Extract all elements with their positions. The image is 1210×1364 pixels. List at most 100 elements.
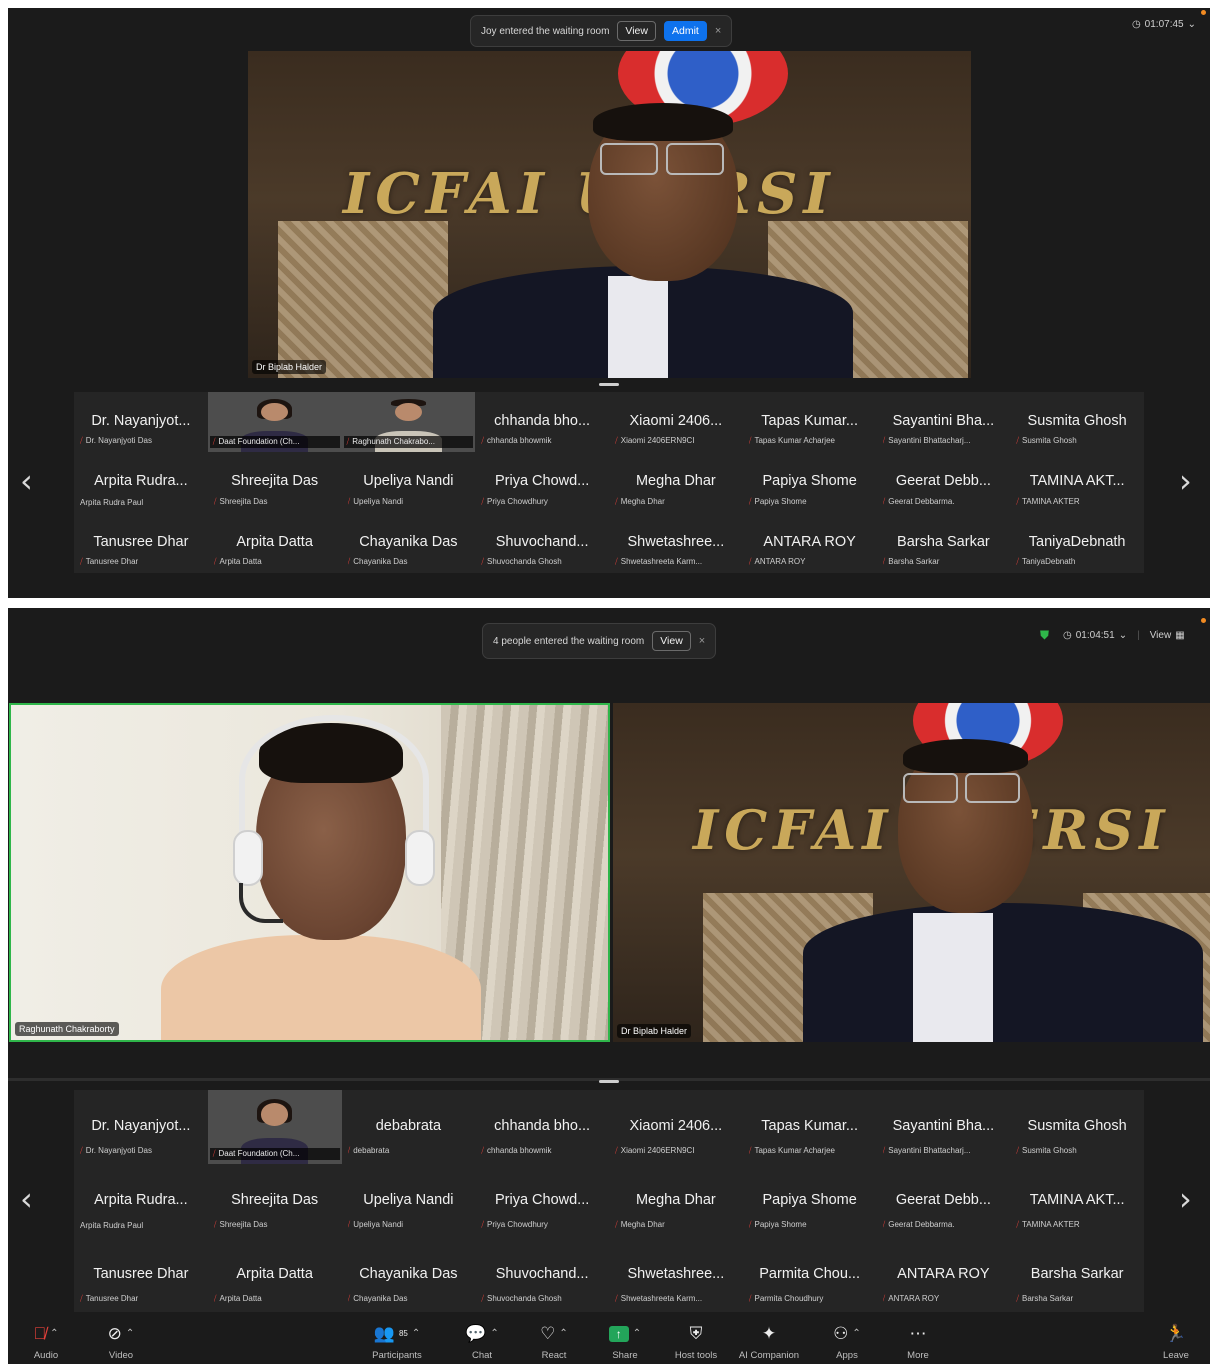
participant-tile[interactable]: Arpita Datta ⧸ Arpita Datta — [208, 1238, 342, 1312]
participant-tile[interactable]: Chayanika Das ⧸ Chayanika Das — [342, 1238, 476, 1312]
more-button[interactable]: ⋯ More — [878, 1318, 958, 1364]
participant-tile[interactable]: ANTARA ROY ⧸ ANTARA ROY — [877, 1238, 1011, 1312]
grid-icon[interactable]: ▦ — [1175, 630, 1184, 641]
participant-tile[interactable]: Tanusree Dhar ⧸ Tanusree Dhar — [74, 1238, 208, 1312]
participant-tile[interactable]: Susmita Ghosh ⧸ Susmita Ghosh — [1010, 392, 1144, 452]
video-button[interactable]: ⊘ ⌃ Video — [81, 1318, 161, 1364]
participant-tile[interactable]: Priya Chowd... ⧸ Priya Chowdhury — [475, 452, 609, 512]
participant-tile[interactable]: Upeliya Nandi ⧸ Upeliya Nandi — [342, 1164, 476, 1238]
participant-name-tag: ⧸ Xiaomi 2406ERN9CI — [615, 1146, 739, 1156]
mic-muted-icon: ⧸ — [615, 557, 618, 566]
chevron-up-icon[interactable]: ⌃ — [490, 1324, 498, 1344]
participant-tile[interactable]: ⧸ Raghunath Chakrabo... — [341, 392, 476, 453]
glasses-left — [600, 143, 658, 175]
participant-tile[interactable]: debabrata ⧸ debabrata — [342, 1090, 476, 1164]
participant-tile[interactable]: Arpita Datta ⧸ Arpita Datta — [208, 513, 342, 573]
participant-tile[interactable]: TAMINA AKT... ⧸ TAMINA AKTER — [1010, 1164, 1144, 1238]
close-notification-icon[interactable]: × — [715, 25, 721, 37]
participants-button[interactable]: 👥 85 ⌃ Participants — [357, 1318, 437, 1364]
participant-name-tag: ⧸ Xiaomi 2406ERN9CI — [615, 436, 739, 446]
chat-button[interactable]: 💬 ⌃ Chat — [442, 1318, 522, 1364]
participant-tile[interactable]: Papiya Shome ⧸ Papiya Shome — [743, 452, 877, 512]
view-waiting-room-button[interactable]: View — [617, 21, 656, 41]
participant-tile[interactable]: Megha Dhar ⧸ Megha Dhar — [609, 1164, 743, 1238]
participant-tile[interactable]: Sayantini Bha... ⧸ Sayantini Bhattacharj..… — [877, 392, 1011, 452]
leave-button[interactable]: 🏃 Leave — [1136, 1318, 1210, 1364]
gallery-prev-icon[interactable]: ‹ — [20, 1180, 33, 1218]
close-notification-icon[interactable]: × — [699, 635, 705, 647]
participant-tile[interactable]: Shreejita Das ⧸ Shreejita Das — [208, 452, 342, 512]
participant-tile[interactable]: Shwetashree... ⧸ Shwetashreeta Karm... — [609, 513, 743, 573]
gallery-prev-icon[interactable]: ‹ — [20, 462, 33, 500]
participant-video-biplab[interactable]: ICFAI U ERSI Dr Biplab Halder — [613, 703, 1210, 1042]
participant-tile[interactable]: Geerat Debb... ⧸ Geerat Debbarma. — [877, 1164, 1011, 1238]
chevron-up-icon[interactable]: ⌃ — [852, 1324, 860, 1344]
chevron-up-icon[interactable]: ⌃ — [50, 1324, 58, 1344]
shield-check-icon[interactable]: ⛊ — [1040, 628, 1049, 643]
share-button[interactable]: ↑ ⌃ Share — [585, 1318, 665, 1364]
participant-tile[interactable]: chhanda bho... ⧸ chhanda bhowmik — [475, 392, 609, 452]
participant-tile[interactable]: Upeliya Nandi ⧸ Upeliya Nandi — [342, 452, 476, 512]
participant-tile[interactable]: Chayanika Das ⧸ Chayanika Das — [342, 513, 476, 573]
gallery-next-icon[interactable]: › — [1179, 1180, 1192, 1218]
participant-tile[interactable]: Parmita Chou... ⧸ Parmita Choudhury — [743, 1238, 877, 1312]
participant-tile[interactable]: Tanusree Dhar ⧸ Tanusree Dhar — [74, 513, 208, 573]
participant-tile[interactable]: Geerat Debb... ⧸ Geerat Debbarma. — [877, 452, 1011, 512]
participant-tile[interactable]: Shuvochand... ⧸ Shuvochanda Ghosh — [475, 513, 609, 573]
participant-tile[interactable]: ⧸ Daat Foundation (Ch... — [207, 1090, 342, 1164]
participant-tile[interactable]: Priya Chowd... ⧸ Priya Chowdhury — [475, 1164, 609, 1238]
participant-tile[interactable]: Dr. Nayanjyot... ⧸ Dr. Nayanjyoti Das — [74, 1090, 208, 1164]
chevron-up-icon[interactable]: ⌃ — [559, 1324, 567, 1344]
clock-icon: ◷ — [1063, 630, 1072, 641]
resize-handle[interactable] — [599, 1080, 619, 1083]
participant-name-large: Arpita Datta — [236, 533, 313, 550]
participant-tile[interactable]: Shuvochand... ⧸ Shuvochanda Ghosh — [475, 1238, 609, 1312]
gallery-next-icon[interactable]: › — [1179, 462, 1192, 500]
participant-name-large: Shuvochand... — [495, 1266, 589, 1282]
participant-tile[interactable]: ⧸ Daat Foundation (Ch... — [207, 392, 342, 453]
waiting-room-notification: Joy entered the waiting room View Admit … — [470, 15, 733, 47]
participant-tile[interactable]: Susmita Ghosh ⧸ Susmita Ghosh — [1010, 1090, 1144, 1164]
view-waiting-room-button[interactable]: View — [652, 631, 691, 651]
participant-tile[interactable]: TaniyaDebnath ⧸ TaniyaDebnath — [1010, 513, 1144, 573]
admit-button[interactable]: Admit — [663, 21, 707, 41]
participant-name-tag: ⧸ Tapas Kumar Acharjee — [749, 1146, 873, 1156]
meeting-timer[interactable]: ⛊ ◷ 01:04:51 ⌄ | View ▦ — [1040, 628, 1185, 643]
participant-tile[interactable]: Barsha Sarkar ⧸ Barsha Sarkar — [1010, 1238, 1144, 1312]
participant-tile[interactable]: Shwetashree... ⧸ Shwetashreeta Karm... — [609, 1238, 743, 1312]
participant-tile[interactable]: Papiya Shome ⧸ Papiya Shome — [743, 1164, 877, 1238]
gallery-strip: Dr. Nayanjyot... ⧸ Dr. Nayanjyoti Das ⧸ Daat… — [74, 392, 1144, 573]
host-tools-button[interactable]: ⛨ Host tools — [656, 1318, 736, 1364]
ai-companion-button[interactable]: ✦ AI Companion — [729, 1318, 809, 1364]
participant-tile[interactable]: Arpita Rudra... Arpita Rudra Paul — [74, 1164, 208, 1238]
participant-tile[interactable]: Arpita Rudra... Arpita Rudra Paul — [74, 452, 208, 512]
participant-video-raghunath[interactable]: Raghunath Chakraborty — [9, 703, 610, 1042]
react-button[interactable]: ♡ ⌃ React — [514, 1318, 594, 1364]
participant-tile[interactable]: TAMINA AKT... ⧸ TAMINA AKTER — [1010, 452, 1144, 512]
speaker-video[interactable]: ICFAI U ERSI Dr Biplab Halder — [248, 51, 971, 378]
chevron-up-icon[interactable]: ⌃ — [633, 1324, 641, 1344]
participant-tile[interactable]: chhanda bho... ⧸ chhanda bhowmik — [475, 1090, 609, 1164]
audio-button[interactable]: 🎙̸ ⌃ Audio — [8, 1318, 86, 1364]
participant-tile[interactable]: ANTARA ROY ⧸ ANTARA ROY — [743, 513, 877, 573]
apps-button[interactable]: ⚇ ⌃ Apps — [807, 1318, 887, 1364]
participant-name-large: Tapas Kumar... — [761, 413, 858, 429]
participant-tile[interactable]: Shreejita Das ⧸ Shreejita Das — [208, 1164, 342, 1238]
view-button[interactable]: View — [1150, 630, 1172, 641]
participant-tile[interactable]: Sayantini Bha... ⧸ Sayantini Bhattacharj..… — [877, 1090, 1011, 1164]
participant-tile[interactable]: Megha Dhar ⧸ Megha Dhar — [609, 452, 743, 512]
meeting-timer[interactable]: ◷ 01:07:45 ⌄ — [1132, 19, 1196, 30]
participant-tile[interactable]: Xiaomi 2406... ⧸ Xiaomi 2406ERN9CI — [609, 392, 743, 452]
participant-tile[interactable]: Barsha Sarkar ⧸ Barsha Sarkar — [877, 513, 1011, 573]
participant-tile[interactable]: Tapas Kumar... ⧸ Tapas Kumar Acharjee — [743, 1090, 877, 1164]
chevron-up-icon[interactable]: ⌃ — [412, 1324, 420, 1344]
participant-tile[interactable]: Xiaomi 2406... ⧸ Xiaomi 2406ERN9CI — [609, 1090, 743, 1164]
ai-companion-label: AI Companion — [738, 1350, 800, 1361]
participant-name-large: Upeliya Nandi — [363, 1192, 454, 1208]
participant-tile[interactable]: Tapas Kumar... ⧸ Tapas Kumar Acharjee — [743, 392, 877, 452]
resize-handle[interactable] — [599, 383, 619, 386]
participant-display-name: Dr. Nayanjyoti Das — [85, 1146, 152, 1155]
participant-tile[interactable]: Dr. Nayanjyot... ⧸ Dr. Nayanjyoti Das — [74, 392, 208, 452]
mic-muted-icon: ⧸ — [347, 1220, 351, 1229]
chevron-up-icon[interactable]: ⌃ — [126, 1324, 134, 1344]
